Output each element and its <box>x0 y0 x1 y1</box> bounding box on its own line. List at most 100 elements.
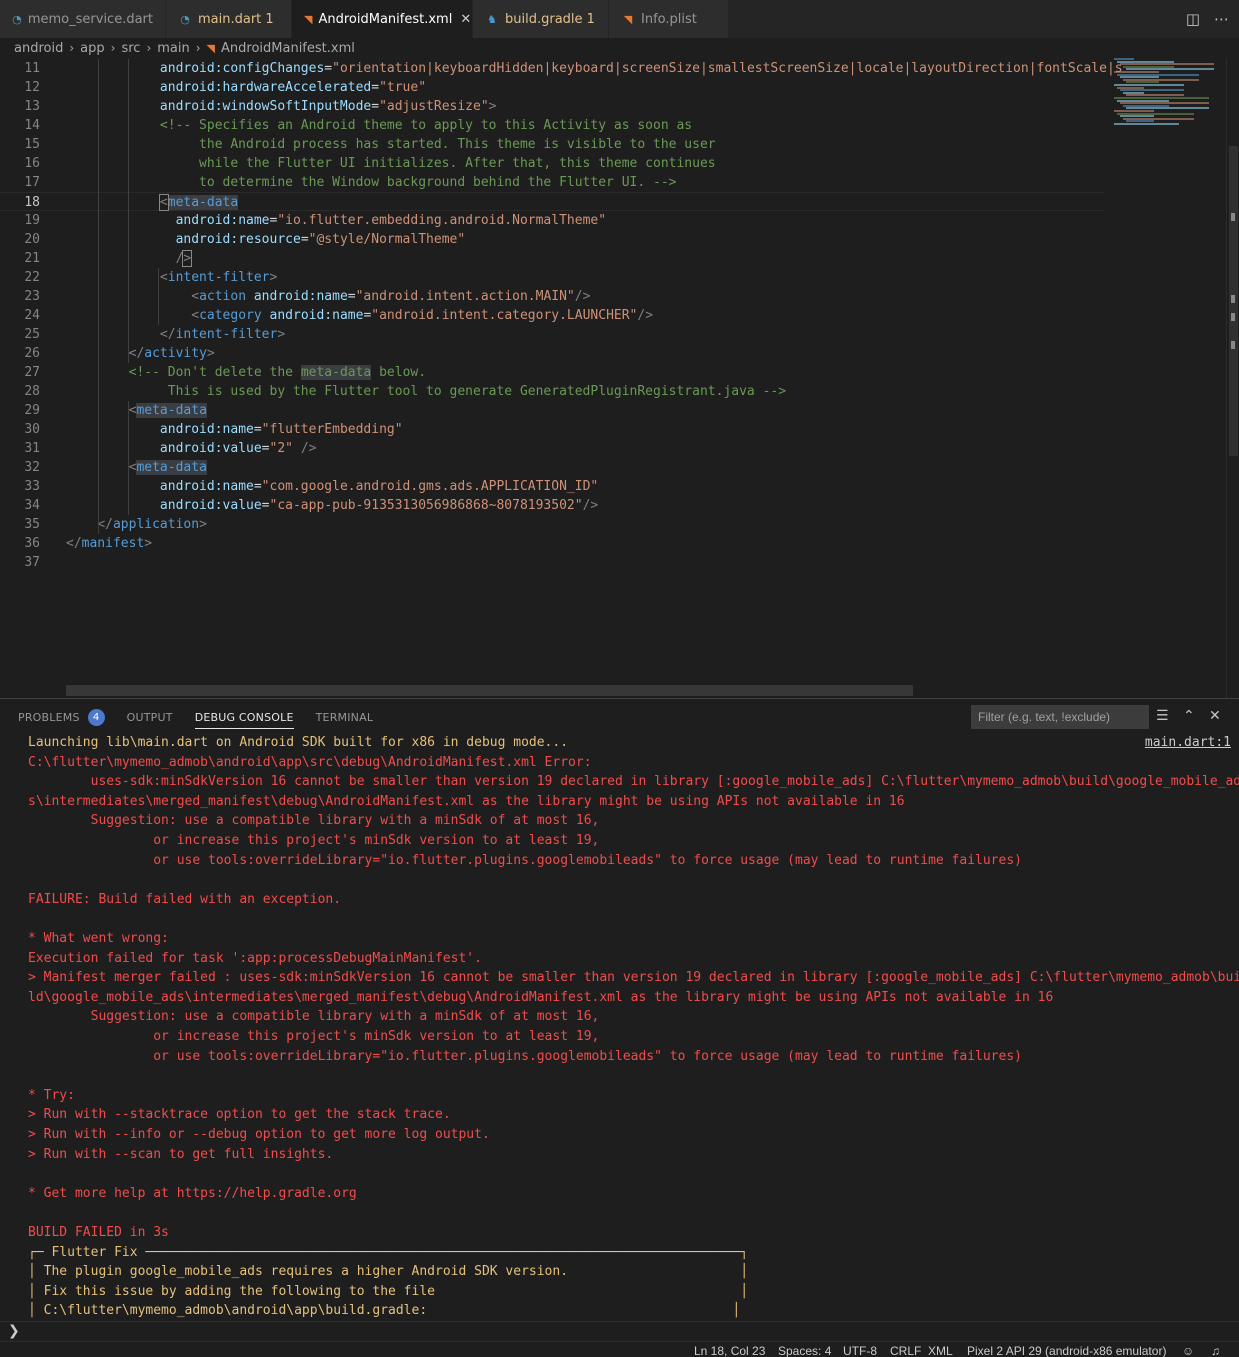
code-line[interactable]: 24 <category android:name="android.inten… <box>0 306 1105 325</box>
code-line[interactable]: 15 the Android process has started. This… <box>0 135 1105 154</box>
code-line[interactable]: 13 android:windowSoftInputMode="adjustRe… <box>0 97 1105 116</box>
code-line[interactable]: 19 android:name="io.flutter.embedding.an… <box>0 211 1105 230</box>
line-number: 20 <box>24 232 40 247</box>
code-line[interactable]: 30 android:name="flutterEmbedding" <box>0 420 1105 439</box>
editor-actions: ◫ ⋯ <box>1186 10 1229 28</box>
tab-label: memo_service.dart <box>27 11 153 27</box>
rss-icon: ◥ <box>304 12 313 26</box>
line-number: 27 <box>24 365 40 380</box>
console-line: C:\flutter\mymemo_admob\android\app\src\… <box>28 754 592 770</box>
code-text: android:name="com.google.android.gms.ads… <box>159 479 599 494</box>
code-line[interactable]: 17 to determine the Window background be… <box>0 173 1105 192</box>
tab-build-gradle[interactable]: ♞ build.gradle 1 <box>473 0 609 38</box>
line-number: 12 <box>24 80 40 95</box>
console-line: ┌─ Flutter Fix ─────────────────────────… <box>28 1244 749 1260</box>
code-line[interactable]: 32 <meta-data <box>0 458 1105 477</box>
cursor-position[interactable]: Ln 18, Col 23 <box>694 1344 765 1357</box>
bell-icon[interactable]: ♫ <box>1211 1344 1220 1357</box>
code-line[interactable]: 26 </activity> <box>0 344 1105 363</box>
breadcrumb-item[interactable]: android <box>14 41 63 56</box>
code-line[interactable]: 33 android:name="com.google.android.gms.… <box>0 477 1105 496</box>
code-text: android:name="flutterEmbedding" <box>159 422 403 437</box>
device-selector[interactable]: Pixel 2 API 29 (android-x86 emulator) <box>967 1344 1166 1357</box>
code-line[interactable]: 18 <meta-data <box>0 192 1105 211</box>
code-line[interactable]: 31 android:value="2" /> <box>0 439 1105 458</box>
tab-memo-service-dart[interactable]: ◔ memo_service.dart <box>0 0 166 38</box>
chevron-right-icon: › <box>195 41 201 55</box>
code-line[interactable]: 12 android:hardwareAccelerated="true" <box>0 78 1105 97</box>
code-line[interactable]: 34 android:value="ca-app-pub-91353130569… <box>0 496 1105 515</box>
clear-console-icon[interactable]: ☰ <box>1156 708 1169 724</box>
tab-label: PROBLEMS <box>18 710 80 724</box>
code-editor[interactable]: 11 android:configChanges="orientation|ke… <box>0 58 1239 698</box>
console-line: > Run with --scan to get full insights. <box>28 1146 334 1162</box>
console-line: Execution failed for task ':app:processD… <box>28 950 482 966</box>
code-line[interactable]: 35 </application> <box>0 515 1105 534</box>
breadcrumb-item[interactable]: main <box>157 41 189 56</box>
breadcrumb-item[interactable]: src <box>121 41 140 56</box>
chevron-right-icon: › <box>69 41 75 55</box>
indentation[interactable]: Spaces: 4 <box>778 1344 831 1357</box>
code-line[interactable]: 11 android:configChanges="orientation|ke… <box>0 59 1122 78</box>
console-line: or increase this project's minSdk versio… <box>28 1029 600 1044</box>
code-line[interactable]: 36 </manifest> <box>0 534 1105 553</box>
line-number: 22 <box>24 270 40 285</box>
breadcrumb-item[interactable]: AndroidManifest.xml <box>221 41 355 56</box>
code-line[interactable]: 16 while the Flutter UI initializes. Aft… <box>0 154 1105 173</box>
console-line: s\intermediates\merged_manifest\debug\An… <box>28 793 905 809</box>
tab-debug-console[interactable]: DEBUG CONSOLE <box>194 699 294 735</box>
tab-main-dart[interactable]: ◔ main.dart 1 <box>166 0 292 38</box>
feedback-icon[interactable]: ☺ <box>1182 1344 1194 1357</box>
code-text: </activity> <box>128 346 215 361</box>
dart-icon: ◔ <box>180 12 190 26</box>
code-line[interactable]: 29 <meta-data <box>0 401 1105 420</box>
code-line[interactable]: 27 <!-- Don't delete the meta-data below… <box>0 363 1105 382</box>
console-filter-input[interactable] <box>971 705 1149 729</box>
breadcrumb-item[interactable]: app <box>80 41 104 56</box>
code-line[interactable]: 37 <box>0 553 1105 572</box>
minimap[interactable] <box>1110 58 1226 138</box>
tab-info-plist[interactable]: ◥ Info.plist <box>609 0 729 38</box>
code-text: android:value="ca-app-pub-91353130569868… <box>159 498 599 513</box>
tab-problems[interactable]: PROBLEMS 4 <box>18 699 105 735</box>
line-number: 26 <box>24 346 40 361</box>
console-line: uses-sdk:minSdkVersion 16 cannot be smal… <box>28 774 1239 790</box>
tab-terminal[interactable]: TERMINAL <box>316 699 374 735</box>
code-line[interactable]: 20 android:resource="@style/NormalTheme" <box>0 230 1105 249</box>
indent-guide <box>98 59 99 534</box>
console-line: * Try: <box>28 1087 75 1103</box>
indent-guide <box>128 59 129 363</box>
close-icon[interactable]: ✕ <box>460 12 471 27</box>
debug-console-output[interactable]: main.dart:1 Launching lib\main.dart on A… <box>0 733 1239 1323</box>
maximize-panel-icon[interactable]: ⌃ <box>1183 708 1195 724</box>
tab-label: OUTPUT <box>126 710 173 724</box>
console-input[interactable]: ❯ <box>0 1321 1239 1341</box>
chevron-right-icon: › <box>110 41 116 55</box>
editor-horizontal-scrollbar[interactable] <box>66 685 913 696</box>
line-ending[interactable]: CRLF <box>890 1344 921 1357</box>
code-text: android:value="2" /> <box>159 441 317 456</box>
split-editor-icon[interactable]: ◫ <box>1186 10 1200 28</box>
code-line[interactable]: 28 This is used by the Flutter tool to g… <box>0 382 1105 401</box>
close-panel-icon[interactable]: ✕ <box>1209 708 1221 724</box>
tab-output[interactable]: OUTPUT <box>127 699 173 735</box>
gradle-icon: ♞ <box>487 12 497 26</box>
code-line[interactable]: 14 <!-- Specifies an Android theme to ap… <box>0 116 1105 135</box>
code-text: the Android process has started. This th… <box>66 137 716 152</box>
line-number: 25 <box>24 327 40 342</box>
console-line: Suggestion: use a compatible library wit… <box>28 813 600 829</box>
tab-android-manifest[interactable]: ◥ AndroidManifest.xml ✕ <box>292 0 473 38</box>
code-line[interactable]: 25 </intent-filter> <box>0 325 1105 344</box>
code-line[interactable]: 23 <action android:name="android.intent.… <box>0 287 1105 306</box>
code-line[interactable]: 21 /> <box>0 249 1105 268</box>
status-bar: Ln 18, Col 23 Spaces: 4 UTF-8 CRLF XML P… <box>0 1341 1239 1357</box>
encoding[interactable]: UTF-8 <box>843 1344 877 1357</box>
more-actions-icon[interactable]: ⋯ <box>1214 10 1229 28</box>
console-line: ld\google_mobile_ads\intermediates\merge… <box>28 989 1054 1005</box>
tab-label: DEBUG CONSOLE <box>194 710 294 724</box>
language-mode[interactable]: XML <box>928 1344 953 1357</box>
console-line: > Manifest merger failed : uses-sdk:minS… <box>28 970 1239 986</box>
editor-vertical-scrollbar[interactable] <box>1226 58 1239 698</box>
console-line: * Get more help at https://help.gradle.o… <box>28 1185 357 1201</box>
code-line[interactable]: 22 <intent-filter> <box>0 268 1105 287</box>
